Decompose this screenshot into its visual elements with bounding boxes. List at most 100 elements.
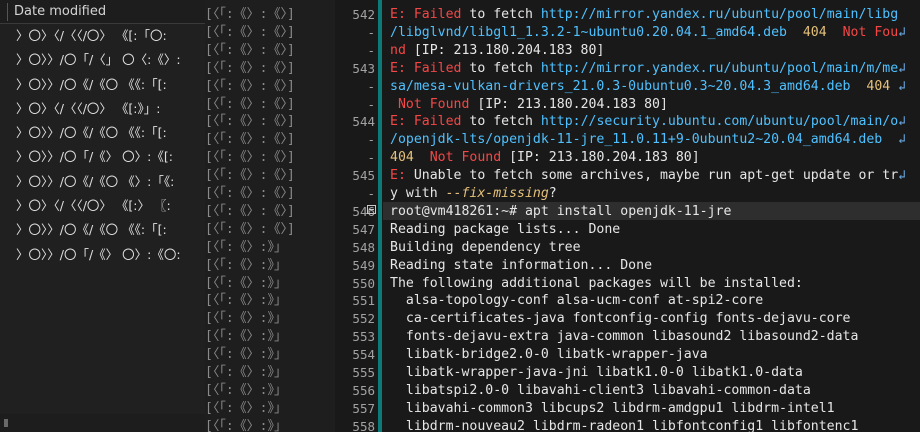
line-number: 553 — [352, 329, 375, 345]
column-divider[interactable] — [7, 3, 8, 21]
line-number: 549 — [352, 257, 375, 273]
line-number: 543 — [352, 60, 375, 76]
error-prefix: E: — [390, 60, 414, 76]
wrap-icon: ↲ — [898, 168, 907, 184]
terminal-line: libatk-bridge2.0-0 libatk-wrapper-java — [390, 347, 708, 363]
file-row-date[interactable]: 〉〇〉〈/〈〈/〇〉 《[:》」: — [0, 97, 205, 121]
file-row-date[interactable]: 〉〇〉〉/〇「/《〉 〇〉:《〇: — [0, 243, 205, 267]
gutter-glyphs: [〈「:《〉:《〉] — [205, 96, 295, 112]
file-row-date[interactable]: 〉〇〉〉/〇《/《〇 《〉:「《: — [0, 170, 205, 194]
gutter-glyphs: [〈「:《〉:》」 — [205, 239, 287, 255]
line-number: 554 — [352, 347, 375, 363]
not-found-text: nd — [390, 42, 406, 58]
terminal-line: libatspi2.0-0 libavahi-client3 libavahi-… — [390, 382, 811, 398]
file-row-date[interactable]: 〉〇〉〈/〈〈/〇〉 《[:〉 〖: — [0, 194, 205, 218]
gutter-glyphs: [〈「:《〉:《〉] — [205, 7, 295, 22]
error-text: ? — [548, 186, 557, 201]
line-number: 550 — [352, 275, 375, 291]
error-text: to fetch — [461, 7, 541, 22]
column-header-label: Date modified — [14, 4, 107, 19]
line-number: - — [367, 150, 375, 166]
terminal-line: Reading state information... Done — [390, 257, 653, 273]
line-number: 552 — [352, 311, 375, 327]
terminal-line: root@vm418261:~# apt install openjdk-11-… — [390, 203, 731, 221]
ip-info: [IP: 213.180.204.183 80] — [405, 42, 605, 58]
gutter-glyphs: [〈「:《〉:》」 — [205, 293, 287, 309]
option-flag: --fix-missing — [445, 186, 549, 201]
file-row-date[interactable]: 〉〇〉〉/〇《/《〇 《《:「[: — [0, 73, 205, 97]
gutter-glyphs: [〈「:《〉:《〉] — [205, 42, 295, 58]
gutter-glyphs: [〈「:《〉:《〉] — [205, 78, 295, 94]
file-row-date[interactable]: 〉〇〉〉/〇《/《〇 《《:「[: — [0, 218, 205, 242]
gutter-glyphs: [〈「:《〉:》」 — [205, 382, 287, 398]
fetch-url: /openjdk-lts/openjdk-11-jre_11.0.11+9-0u… — [390, 132, 883, 148]
gutter-glyphs: [〈「:《〉:》」 — [205, 329, 287, 345]
wrap-icon: ↲ — [898, 24, 907, 40]
terminal-line: /openjdk-lts/openjdk-11-jre_11.0.11+9-0u… — [390, 131, 906, 149]
line-number: - — [367, 132, 375, 148]
fetch-url: http://security.ubuntu.com/ubuntu/pool/m… — [540, 114, 899, 130]
fold-collapse-icon[interactable] — [367, 205, 376, 214]
gutter-glyphs: [〈「:《〉:》」 — [205, 418, 287, 432]
error-prefix: E: — [390, 7, 414, 22]
terminal-line: Building dependency tree — [390, 239, 581, 255]
gutter-glyphs: [〈「:《〉:》」 — [205, 347, 287, 363]
line-number: 542 — [352, 7, 375, 22]
gutter-glyphs: [〈「:《〉:》」 — [205, 400, 287, 416]
terminal-line: E: Unable to fetch some archives, maybe … — [390, 167, 906, 185]
file-row-date[interactable]: 〉〇〉〉/〇「/《〉 〇〉:《[: — [0, 145, 205, 169]
wrap-icon: ↲ — [898, 60, 907, 76]
column-header-date-modified[interactable]: Date modified — [0, 0, 205, 24]
status-code: 404 — [390, 150, 430, 166]
gutter-glyphs: [〈「:《〉:《〉] — [205, 132, 295, 148]
wrap-icon: ↲ — [898, 132, 907, 148]
gutter-glyphs: [〈「:《〉:》」 — [205, 365, 287, 380]
error-word: Failed — [413, 114, 462, 130]
not-found-text: Not Fou — [842, 24, 899, 40]
scrollbar-thumb[interactable] — [4, 419, 8, 427]
error-text: to fetch — [461, 60, 541, 76]
terminal-line: sa/mesa-vulkan-drivers_21.0.3-0ubuntu0.3… — [390, 78, 906, 96]
status-code: 404 — [850, 78, 899, 94]
line-number: - — [367, 42, 375, 58]
ip-info: [IP: 213.180.204.183 80] — [501, 150, 700, 166]
shell-prompt: root@vm418261:~# — [390, 203, 518, 219]
file-row-date[interactable]: 〉〇〉〈/〈〈/〇〉 《[:「〇: — [0, 24, 205, 48]
file-row-date[interactable]: 〉〇〉〉/〇「/〈」 〇〈:《〉: — [0, 48, 205, 72]
file-row-date[interactable]: 〉〇〉〉/〇《/《〇 《《:「[: — [0, 121, 205, 145]
gutter-glyphs: [〈「:《〉:《〉] — [205, 221, 295, 237]
wrap-icon: ↲ — [898, 114, 907, 130]
change-marker-bar — [378, 0, 382, 432]
error-prefix: E: — [390, 114, 414, 130]
terminal-line: Not Found [IP: 213.180.204.183 80] — [390, 96, 668, 114]
gutter-glyphs: [〈「:《〉:《〉] — [205, 203, 295, 219]
terminal-pane[interactable]: 542- -543- -544- -545-546 547 548 549 550 551 552… — [335, 0, 920, 432]
terminal-line: nd [IP: 213.180.204.183 80] — [390, 42, 604, 60]
terminal-line: fonts-dejavu-extra java-common libasound… — [390, 329, 859, 345]
gutter-glyphs: [〈「:《〉:《〉] — [205, 186, 295, 201]
not-found-text: Not Found — [429, 150, 502, 166]
terminal-line: Reading package lists... Done — [390, 221, 621, 237]
line-number: 544 — [352, 114, 375, 130]
line-number: 551 — [352, 293, 375, 309]
fetch-url: /libglvnd/libgl1_1.3.2-1~ubuntu0.20.04.1… — [390, 24, 787, 40]
not-found-text: Not Found — [397, 96, 470, 112]
gutter-glyphs: [〈「:《〉:《〉] — [205, 168, 295, 184]
line-number: - — [367, 78, 375, 94]
error-text: Unable to fetch some archives, maybe run… — [413, 168, 899, 184]
error-prefix: E: — [390, 168, 414, 184]
line-number: 555 — [352, 365, 375, 380]
horizontal-scrollbar[interactable] — [0, 414, 205, 432]
shell-command: apt install openjdk-11-jre — [517, 203, 732, 219]
error-word: Failed — [413, 60, 462, 76]
gutter-glyphs: [〈「:《〉:》」 — [205, 275, 287, 291]
status-code — [882, 132, 898, 147]
terminal-line: ca-certificates-java fontconfig-config f… — [390, 311, 851, 327]
gutter-glyphs: [〈「:《〉:《〉] — [205, 150, 295, 166]
ip-info: [IP: 213.180.204.183 80] — [469, 96, 668, 112]
terminal-line: alsa-topology-conf alsa-ucm-conf at-spi2… — [390, 293, 764, 309]
line-number: 556 — [352, 382, 375, 398]
error-text: y with — [390, 186, 446, 201]
line-number: 547 — [352, 221, 375, 237]
